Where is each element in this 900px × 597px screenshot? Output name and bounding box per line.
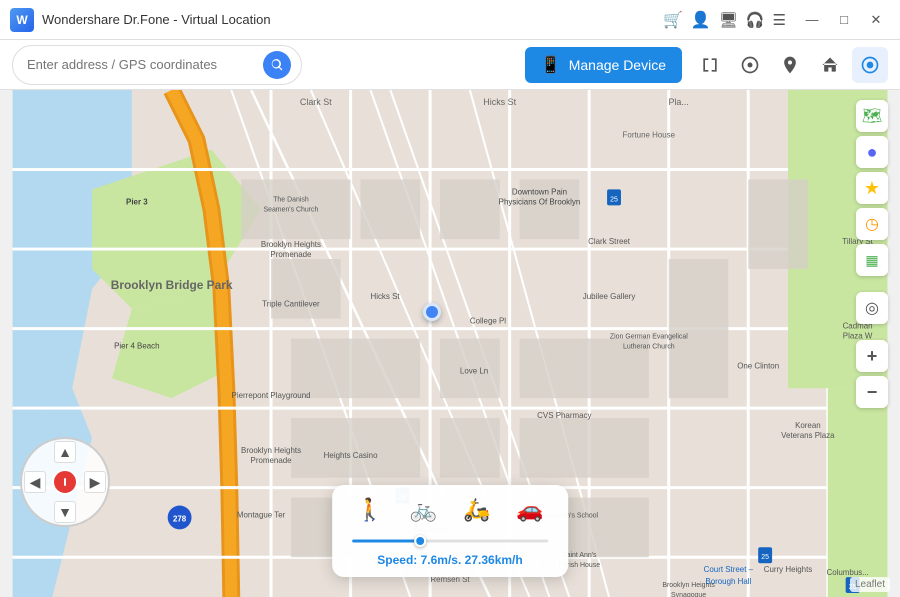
svg-text:College Pl: College Pl — [470, 317, 506, 326]
map-container[interactable]: Clark St Hicks St Pla... Fortune House P… — [0, 90, 900, 597]
compass: ▲ ▼ ◀ ▶ — [20, 437, 110, 527]
manage-device-label: Manage Device — [569, 57, 666, 73]
svg-text:Promenade: Promenade — [251, 456, 293, 465]
close-button[interactable]: ✕ — [862, 8, 890, 32]
location-dot — [423, 303, 441, 321]
svg-text:Fortune House: Fortune House — [623, 131, 676, 140]
svg-text:25: 25 — [761, 554, 769, 561]
jump-teleport-button[interactable] — [812, 47, 848, 83]
speed-prefix: Speed: — [377, 553, 420, 567]
walk-icon[interactable]: 🚶 — [352, 495, 387, 525]
transport-icons: 🚶 🚲 🛵 🚗 — [352, 495, 548, 525]
svg-text:278: 278 — [173, 514, 187, 523]
svg-text:Heights Casino: Heights Casino — [324, 451, 378, 460]
svg-text:Zion German Evangelical: Zion German Evangelical — [610, 334, 688, 341]
bike-icon[interactable]: 🚲 — [406, 495, 441, 525]
compass-right-button[interactable]: ▶ — [84, 471, 106, 493]
svg-text:Pla...: Pla... — [668, 97, 688, 107]
maximize-button[interactable]: □ — [830, 8, 858, 32]
svg-text:One Clinton: One Clinton — [737, 361, 779, 370]
discord-icon-btn[interactable]: ● — [856, 136, 888, 168]
svg-text:Clark Street: Clark Street — [588, 237, 631, 246]
svg-text:Physicians Of Brooklyn: Physicians Of Brooklyn — [499, 197, 581, 206]
svg-text:Curry Heights: Curry Heights — [764, 565, 813, 574]
svg-text:Lutheran Church: Lutheran Church — [623, 343, 675, 350]
svg-text:Jubilee Gallery: Jubilee Gallery — [583, 292, 636, 301]
svg-text:Pier 4 Beach: Pier 4 Beach — [114, 341, 159, 350]
multi-stop-mode-button[interactable] — [772, 47, 808, 83]
search-box — [12, 45, 302, 85]
star-icon-btn[interactable]: ★ — [856, 172, 888, 204]
svg-text:Korean: Korean — [795, 421, 821, 430]
svg-text:Court Street –: Court Street – — [704, 565, 754, 574]
svg-text:Love Ln: Love Ln — [460, 366, 488, 375]
main-content: 📱 Manage Device — [0, 40, 900, 597]
moped-icon[interactable]: 🛵 — [459, 495, 494, 525]
zoom-in-button[interactable]: + — [856, 340, 888, 372]
svg-text:CVS Pharmacy: CVS Pharmacy — [537, 411, 591, 420]
photos-icon-btn[interactable]: ▦ — [856, 244, 888, 276]
list-icon[interactable]: ☰ — [773, 11, 786, 29]
user-icon[interactable]: 👤 — [691, 10, 711, 30]
speed-label: Speed: 7.6m/s. 27.36km/h — [352, 553, 548, 567]
svg-text:Triple Cantilever: Triple Cantilever — [262, 300, 320, 309]
desktop-icon[interactable]: 🖥 — [719, 11, 738, 29]
svg-text:The Danish: The Danish — [273, 196, 309, 203]
svg-text:Synagogue: Synagogue — [671, 592, 706, 597]
headphone-icon[interactable]: 🎧 — [746, 11, 765, 29]
cart-icon[interactable]: 🛒 — [663, 10, 683, 30]
titlebar: W Wondershare Dr.Fone - Virtual Location… — [0, 0, 900, 40]
toolbar: 📱 Manage Device — [0, 40, 900, 90]
svg-text:Pier 3: Pier 3 — [126, 197, 148, 206]
window-controls: — □ ✕ — [798, 8, 890, 32]
svg-text:Brooklyn Heights: Brooklyn Heights — [261, 240, 321, 249]
svg-text:Seamen's Church: Seamen's Church — [263, 206, 318, 213]
svg-text:Clark St: Clark St — [300, 97, 332, 107]
search-button[interactable] — [263, 51, 291, 79]
compass-down-button[interactable]: ▼ — [54, 501, 76, 523]
zoom-out-button[interactable]: − — [856, 376, 888, 408]
svg-text:Hicks St: Hicks St — [370, 292, 400, 301]
manage-device-button[interactable]: 📱 Manage Device — [525, 47, 682, 83]
clock-icon-btn[interactable]: ◷ — [856, 208, 888, 240]
recenter-button[interactable]: ◎ — [856, 292, 888, 324]
svg-text:Brooklyn Bridge Park: Brooklyn Bridge Park — [111, 278, 233, 292]
speed-slider[interactable] — [352, 533, 548, 549]
car-icon[interactable]: 🚗 — [512, 495, 547, 525]
teleport-mode-button[interactable] — [692, 47, 728, 83]
svg-text:Veterans Plaza: Veterans Plaza — [781, 431, 835, 440]
one-stop-mode-button[interactable] — [732, 47, 768, 83]
svg-text:Promenade: Promenade — [270, 250, 312, 259]
settings-button[interactable] — [852, 47, 888, 83]
search-input[interactable] — [27, 57, 255, 72]
map-right-controls: 🗺 ● ★ ◷ ▦ ◎ + − — [854, 100, 890, 587]
app-title: Wondershare Dr.Fone - Virtual Location — [42, 12, 663, 27]
svg-text:Borough Hall: Borough Hall — [705, 577, 751, 586]
svg-text:Brooklyn Heights: Brooklyn Heights — [241, 446, 301, 455]
app-logo: W — [10, 8, 34, 32]
speed-panel: 🚶 🚲 🛵 🚗 Speed: 7.6m/s. 27.36km/h — [332, 485, 568, 577]
svg-text:Montague Ter: Montague Ter — [237, 510, 286, 519]
compass-center[interactable] — [52, 469, 78, 495]
compass-up-button[interactable]: ▲ — [54, 441, 76, 463]
svg-text:Hicks St: Hicks St — [483, 97, 516, 107]
speed-kmh: 27.36km/h — [465, 553, 523, 567]
minimize-button[interactable]: — — [798, 8, 826, 32]
toolbar-icons — [692, 47, 888, 83]
svg-text:Pierrepont Playground: Pierrepont Playground — [232, 391, 311, 400]
svg-text:25: 25 — [610, 196, 618, 203]
phone-icon: 📱 — [541, 55, 561, 75]
leaflet-label: Leaflet — [855, 579, 885, 590]
google-maps-icon-btn[interactable]: 🗺 — [856, 100, 888, 132]
svg-text:Downtown Pain: Downtown Pain — [512, 187, 567, 196]
speed-ms: 7.6m/s. — [421, 553, 462, 567]
leaflet-badge: Leaflet — [850, 577, 890, 592]
compass-left-button[interactable]: ◀ — [24, 471, 46, 493]
